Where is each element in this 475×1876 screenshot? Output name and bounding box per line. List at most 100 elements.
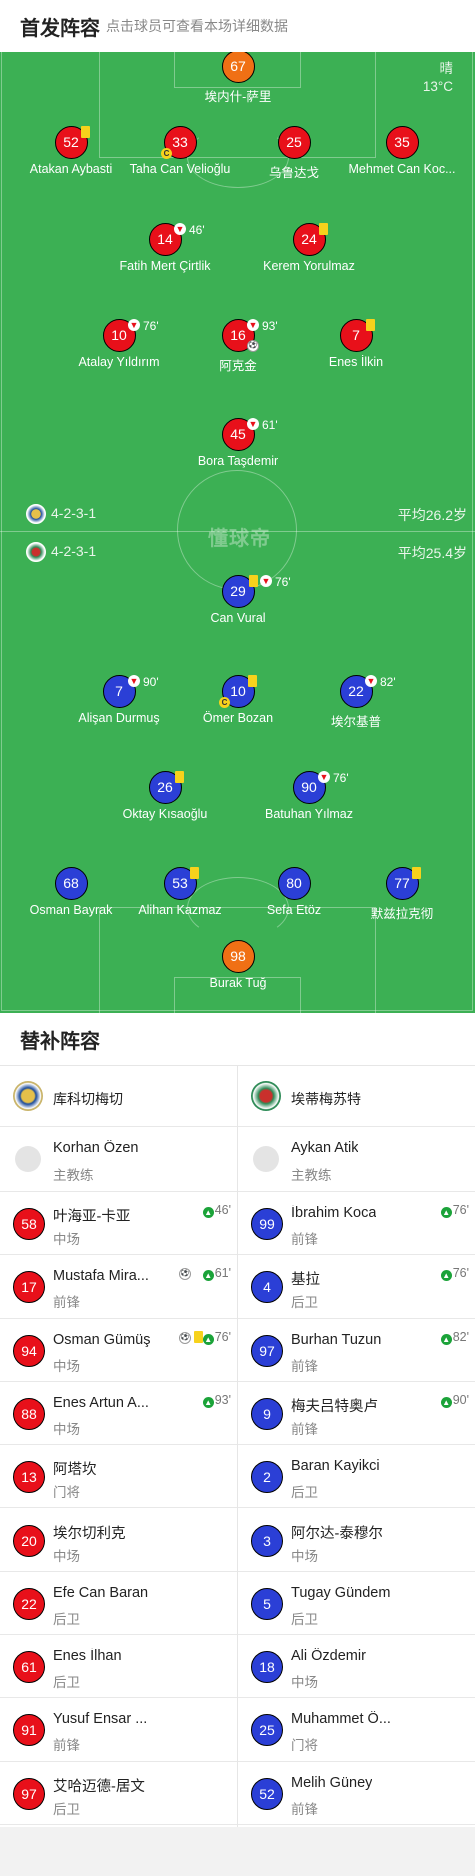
away-formation: 4-2-3-1	[51, 543, 97, 559]
player-name: 叶海亚-卡亚	[53, 1209, 131, 1225]
home-player[interactable]: 67 埃内什-萨里	[173, 52, 303, 105]
player-position: 前锋	[291, 1421, 318, 1437]
player-name: Tugay Gündem	[291, 1584, 391, 1601]
player-number: 67	[221, 52, 255, 83]
player-position: 前锋	[291, 1358, 318, 1374]
away-player[interactable]: 7 Alişan Durmuş ▼ 90'	[54, 675, 184, 725]
player-number: 97	[251, 1334, 283, 1367]
away-player[interactable]: 22 埃尔基普 ▼ 82'	[291, 675, 421, 730]
coach-role: 主教练	[291, 1168, 332, 1183]
player-name: 默兹拉克彻	[370, 907, 434, 921]
coach-role: 主教练	[53, 1168, 94, 1183]
home-player[interactable]: 24 Kerem Yorulmaz	[244, 223, 374, 273]
coach-row[interactable]: Korhan Özen 主教练	[0, 1127, 237, 1192]
sub-in-minute: 76'	[452, 1203, 469, 1217]
sub-player-row[interactable]: 2 Baran Kayikci 后卫	[238, 1445, 475, 1509]
home-team-logo-icon	[26, 504, 46, 524]
sub-player-row[interactable]: 88 Enes Artun A... 中场 ▲ 93'	[0, 1382, 237, 1446]
sub-player-row[interactable]: 97 艾哈迈德-居文 后卫	[0, 1762, 237, 1825]
home-average-age: 平均26.2岁	[397, 507, 467, 523]
player-position: 前锋	[53, 1295, 80, 1311]
away-player[interactable]: 26 Oktay Kısaoğlu	[100, 771, 230, 821]
goal-ball-icon: ⚽	[179, 1331, 191, 1344]
player-number: 99	[251, 1208, 283, 1240]
player-name: Bora Taşdemir	[197, 454, 279, 468]
coach-avatar-icon	[253, 1146, 279, 1172]
player-number: 17	[13, 1271, 45, 1304]
sub-in-time: ▲ 90'	[440, 1393, 469, 1408]
sub-player-row[interactable]: 58 叶海亚-卡亚 中场 ▲ 46'	[0, 1192, 237, 1256]
sub-in-minute: 76'	[452, 1266, 469, 1281]
sub-in-minute: 46'	[214, 1203, 231, 1217]
player-position: 中场	[53, 1548, 80, 1564]
home-player[interactable]: 35 Mehmet Can Koc...	[338, 126, 466, 176]
sub-player-row[interactable]: 52 Melih Güney 前锋	[238, 1762, 475, 1825]
sub-player-row[interactable]: 5 Tugay Gündem 后卫	[238, 1572, 475, 1636]
sub-out-icon: ▼	[318, 771, 330, 783]
player-number: 52	[251, 1777, 283, 1810]
section-hint: 点击球员可查看本场详细数据	[106, 18, 288, 34]
player-name: Kerem Yorulmaz	[263, 259, 355, 273]
player-name: Batuhan Yılmaz	[264, 807, 354, 821]
yellow-card-icon	[249, 575, 258, 587]
home-player[interactable]: 16 阿克金 ▼ 93' ⚽	[173, 319, 303, 374]
sub-player-row[interactable]: 25 Muhammet Ö... 门将	[238, 1698, 475, 1762]
sub-out-icon: ▼	[247, 418, 259, 430]
watermark: 懂球帝	[208, 528, 271, 550]
weather-condition: 晴	[439, 61, 454, 76]
player-name: 埃尔基普	[330, 715, 381, 729]
away-player[interactable]: 90 Batuhan Yılmaz ▼ 76'	[244, 771, 374, 821]
away-player[interactable]: 29 Can Vural ▼ 76'	[173, 575, 303, 625]
sub-player-row[interactable]: 94 Osman Gümüş 中场 ▲ 76' ⚽	[0, 1319, 237, 1382]
sub-player-row[interactable]: 97 Burhan Tuzun 前锋 ▲ 82'	[238, 1319, 475, 1382]
sub-in-time: ▲ 46'	[202, 1203, 231, 1218]
player-name: Burak Tuğ	[209, 976, 267, 990]
player-number: 88	[13, 1397, 45, 1430]
player-name: 基拉	[291, 1272, 320, 1289]
home-player[interactable]: 14 Fatih Mert Çirtlik ▼ 46'	[100, 223, 230, 273]
away-player[interactable]: 10 Ömer Bozan C	[173, 675, 303, 725]
goal-ball-icon: ⚽	[179, 1268, 191, 1281]
page-footer-space	[0, 1827, 475, 1876]
sub-player-row[interactable]: 9 梅夫吕特奥卢 前锋 ▲ 90'	[238, 1382, 475, 1446]
yellow-card-icon	[190, 867, 199, 879]
coach-row[interactable]: Aykan Atik 主教练	[238, 1127, 475, 1192]
sub-out-icon: ▼	[247, 319, 259, 331]
player-name: Taha Can Velioğlu	[129, 162, 231, 176]
player-number: 3	[251, 1524, 283, 1557]
player-position: 中场	[53, 1421, 80, 1437]
sub-out-time: 76'	[275, 575, 291, 589]
player-position: 后卫	[53, 1611, 80, 1627]
substitutes-panel: 替补阵容 库科切梅切 Korhan Özen 主教练 58 叶海亚-卡亚 中场 ▲ 46…	[0, 1013, 475, 1827]
player-name: Burhan Tuzun	[291, 1331, 382, 1348]
sub-out-icon: ▼	[260, 575, 272, 587]
away-player[interactable]: 98 Burak Tuğ	[173, 940, 303, 990]
home-player[interactable]: 7 Enes İlkin	[291, 319, 421, 369]
yellow-card-icon	[319, 223, 328, 235]
home-player[interactable]: 33 Taha Can Velioğlu C	[115, 126, 245, 176]
sub-player-row[interactable]: 3 阿尔达-泰穆尔 中场	[238, 1509, 475, 1572]
player-name: Enes Artun A...	[53, 1394, 149, 1411]
away-team-name: 埃蒂梅苏特	[291, 1091, 361, 1107]
sub-player-row[interactable]: 99 İbrahim Koca 前锋 ▲ 76'	[238, 1192, 475, 1256]
sub-player-row[interactable]: 22 Efe Can Baran 后卫	[0, 1572, 237, 1636]
player-name: 埃内什-萨里	[204, 90, 272, 104]
home-player[interactable]: 10 Atalay Yıldırım ▼ 76'	[54, 319, 184, 369]
sub-player-row[interactable]: 17 Mustafa Mira... 前锋 ▲ 61' ⚽	[0, 1255, 237, 1319]
away-player[interactable]: 77 默兹拉克彻	[338, 867, 466, 922]
sub-player-row[interactable]: 91 Yusuf Ensar ... 前锋	[0, 1698, 237, 1762]
sub-player-row[interactable]: 20 埃尔切利克 中场	[0, 1509, 237, 1572]
away-player[interactable]: 53 Alihan Kazmaz	[115, 867, 245, 917]
sub-player-row[interactable]: 61 Enes İlhan 后卫	[0, 1635, 237, 1699]
sub-in-icon: ▲	[202, 1270, 214, 1282]
player-number: 4	[251, 1271, 283, 1304]
player-position: 门将	[53, 1485, 80, 1501]
sub-player-row[interactable]: 13 阿塔坎 门将	[0, 1445, 237, 1509]
sub-player-row[interactable]: 18 Ali Özdemir 中场	[238, 1635, 475, 1699]
sub-player-row[interactable]: 4 基拉 后卫 ▲ 76'	[238, 1255, 475, 1319]
player-position: 前锋	[291, 1232, 318, 1247]
player-number: 18	[251, 1651, 283, 1684]
home-player[interactable]: 45 Bora Taşdemir ▼ 61'	[173, 418, 303, 468]
yellow-card-icon	[412, 867, 421, 879]
yellow-card-icon	[175, 771, 184, 783]
